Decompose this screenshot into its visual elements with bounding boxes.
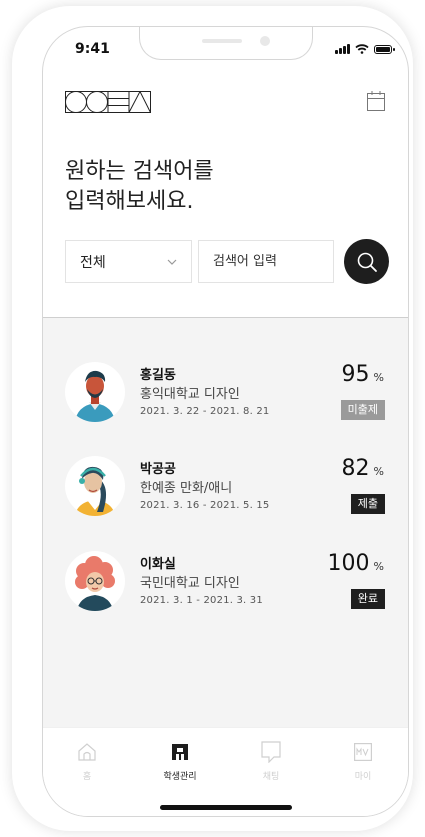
score-unit: % <box>373 465 384 478</box>
student-school: 홍익대학교 디자인 <box>140 387 240 402</box>
calendar-icon[interactable] <box>367 91 385 111</box>
category-select-value: 전체 <box>80 254 106 271</box>
student-score: 100% <box>328 551 384 576</box>
student-score: 82% <box>342 456 384 481</box>
speaker-grille <box>202 39 242 43</box>
home-indicator <box>160 805 292 810</box>
category-select[interactable]: 전체 <box>65 240 192 283</box>
front-camera <box>260 36 270 46</box>
score-unit: % <box>373 371 384 384</box>
student-avatar <box>65 456 125 516</box>
student-name: 이화실 <box>140 557 176 572</box>
bottom-tab-bar: 홈 학생관리 채팅 마이 <box>43 727 408 816</box>
search-input[interactable] <box>198 240 334 283</box>
student-card[interactable]: 박공공 한예종 만화/애니 2021. 3. 16 - 2021. 5. 15 … <box>43 456 408 526</box>
device-notch <box>139 27 313 60</box>
score-value: 82 <box>341 456 370 481</box>
score-unit: % <box>373 560 384 573</box>
status-badge: 완료 <box>350 589 385 609</box>
tab-my[interactable]: 마이 <box>333 740 393 782</box>
student-school: 국민대학교 디자인 <box>140 576 240 591</box>
brand-logo <box>65 91 151 113</box>
score-value: 100 <box>327 551 370 576</box>
student-card[interactable]: 홍길동 홍익대학교 디자인 2021. 3. 22 - 2021. 8. 21 … <box>43 362 408 432</box>
student-period: 2021. 3. 22 - 2021. 8. 21 <box>140 406 270 417</box>
student-period: 2021. 3. 16 - 2021. 5. 15 <box>140 500 270 511</box>
student-management-icon <box>172 744 188 760</box>
score-value: 95 <box>341 362 370 387</box>
phone-frame: 9:41 원하는 검색어를 입력해보세요. 전체 검색어 입력 홍길동 홍익대학… <box>12 6 413 831</box>
status-badge: 미출제 <box>340 400 385 420</box>
app-screen: 9:41 원하는 검색어를 입력해보세요. 전체 검색어 입력 홍길동 홍익대학… <box>42 26 409 817</box>
headline-line-2: 입력해보세요. <box>65 189 194 214</box>
student-card[interactable]: 이화실 국민대학교 디자인 2021. 3. 1 - 2021. 3. 31 1… <box>43 551 408 621</box>
page-headline: 원하는 검색어를 입력해보세요. <box>65 157 214 217</box>
student-avatar <box>65 551 125 611</box>
tab-home[interactable]: 홈 <box>57 740 117 782</box>
battery-icon <box>374 45 395 54</box>
tab-my-label: 마이 <box>354 772 372 782</box>
status-icons <box>335 44 395 54</box>
cellular-signal-icon <box>335 44 350 54</box>
tab-student-management-label: 학생관리 <box>163 772 197 782</box>
student-school: 한예종 만화/애니 <box>140 481 233 496</box>
student-score: 95% <box>342 362 384 387</box>
tab-chat-label: 채팅 <box>262 772 280 782</box>
wifi-icon <box>355 44 369 54</box>
headline-line-1: 원하는 검색어를 <box>65 159 214 184</box>
tab-home-label: 홈 <box>82 772 92 782</box>
tab-chat[interactable]: 채팅 <box>241 740 301 782</box>
student-name: 박공공 <box>140 462 176 477</box>
student-avatar <box>65 362 125 422</box>
chat-icon <box>261 741 281 763</box>
student-list: 홍길동 홍익대학교 디자인 2021. 3. 22 - 2021. 8. 21 … <box>43 317 408 728</box>
search-icon <box>357 252 377 272</box>
my-page-icon <box>354 743 372 761</box>
search-button[interactable] <box>344 239 389 284</box>
status-badge: 제출 <box>350 494 385 514</box>
home-icon <box>78 743 96 761</box>
student-period: 2021. 3. 1 - 2021. 3. 31 <box>140 595 263 606</box>
student-name: 홍길동 <box>140 368 176 383</box>
status-time: 9:41 <box>75 41 110 57</box>
tab-student-management[interactable]: 학생관리 <box>150 740 210 782</box>
chevron-down-icon <box>167 259 177 265</box>
